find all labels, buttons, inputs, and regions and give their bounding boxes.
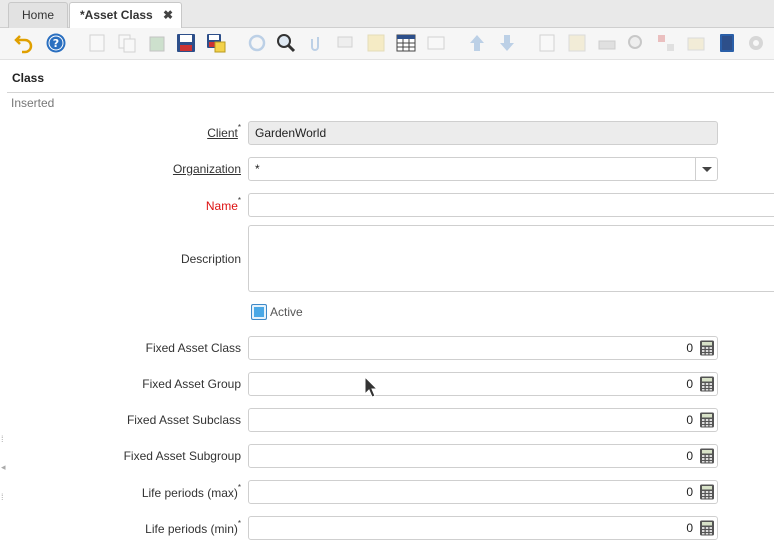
life-periods-max-label-text: Life periods (max) [141, 486, 238, 500]
export-icon[interactable] [716, 32, 738, 54]
mouse-cursor-icon [364, 376, 378, 398]
chat-icon[interactable] [335, 32, 357, 54]
header-divider [7, 92, 774, 93]
tab-bar: Home *Asset Class ✖ [0, 0, 774, 29]
life-periods-max-label: Life periods (max)* [141, 483, 241, 500]
undo-icon[interactable] [13, 32, 35, 54]
archive-icon[interactable] [566, 32, 588, 54]
tab-asset-class-label: *Asset Class [80, 8, 153, 22]
client-label-text: Client [207, 126, 238, 140]
help-icon[interactable]: ? [45, 32, 67, 54]
svg-text:?: ? [53, 37, 59, 50]
collapse-left-icon[interactable]: ◂ [1, 462, 6, 472]
description-label: Description [181, 252, 241, 266]
active-label: Active [270, 305, 303, 319]
fixed-asset-class-field[interactable]: 0 [248, 336, 718, 360]
splitter-handle[interactable]: ⁞ [1, 492, 4, 502]
fixed-asset-subclass-field[interactable]: 0 [248, 408, 718, 432]
organization-select[interactable]: * [248, 157, 718, 181]
organization-label[interactable]: Organization [173, 162, 241, 176]
chevron-down-icon[interactable] [695, 158, 717, 180]
description-label-text: Description [180, 252, 241, 266]
report-icon[interactable] [536, 32, 558, 54]
client-field[interactable]: GardenWorld [248, 121, 718, 145]
life-periods-max-field[interactable]: 0 [248, 480, 718, 504]
app-root: Home *Asset Class ✖ ? Class Inserted Cli… [0, 0, 774, 548]
life-periods-min-label: Life periods (min)* [145, 519, 241, 536]
save-icon[interactable] [175, 32, 197, 54]
description-textarea[interactable] [248, 225, 774, 292]
delete-icon[interactable] [146, 32, 168, 54]
fixed-asset-group-label: Fixed Asset Group [142, 377, 241, 391]
fixed-asset-subgroup-label: Fixed Asset Subgroup [123, 449, 241, 463]
tab-home[interactable]: Home [8, 2, 68, 28]
life-periods-min-required-mark: * [237, 519, 241, 528]
window-title: Class [12, 71, 45, 85]
life-periods-max-value: 0 [686, 485, 693, 499]
down-icon[interactable] [496, 32, 518, 54]
note-icon[interactable] [365, 32, 387, 54]
product-icon[interactable] [685, 32, 707, 54]
attachment-icon[interactable] [305, 32, 327, 54]
organization-value: * [255, 162, 260, 176]
toolbar: ? [0, 28, 774, 60]
life-periods-min-label-text: Life periods (min) [145, 522, 238, 536]
fixed-asset-class-label: Fixed Asset Class [145, 341, 241, 355]
zoom-across-icon[interactable] [625, 32, 647, 54]
life-periods-min-value: 0 [686, 521, 693, 535]
active-checkbox[interactable] [251, 304, 267, 320]
fixed-asset-subclass-value: 0 [686, 413, 693, 427]
workflow-icon[interactable] [655, 32, 677, 54]
calculator-icon[interactable] [699, 520, 715, 536]
refresh-icon[interactable] [246, 32, 268, 54]
fixed-asset-subclass-label: Fixed Asset Subclass [126, 413, 241, 427]
calculator-icon[interactable] [699, 484, 715, 500]
name-input[interactable] [248, 193, 774, 217]
print-icon[interactable] [596, 32, 618, 54]
save-new-icon[interactable] [205, 32, 227, 54]
new-icon[interactable] [86, 32, 108, 54]
calculator-icon[interactable] [699, 412, 715, 428]
fixed-asset-subgroup-value: 0 [686, 449, 693, 463]
fixed-asset-group-value: 0 [686, 377, 693, 391]
find-icon[interactable] [275, 32, 297, 54]
close-tab-icon[interactable]: ✖ [163, 3, 173, 27]
client-label[interactable]: Client* [207, 123, 241, 140]
life-periods-min-field[interactable]: 0 [248, 516, 718, 540]
fixed-asset-group-field[interactable]: 0 [248, 372, 718, 396]
tab-asset-class[interactable]: *Asset Class ✖ [69, 2, 182, 29]
calculator-icon[interactable] [699, 448, 715, 464]
splitter-handle[interactable]: ⁞ [1, 434, 4, 444]
detail-icon[interactable] [425, 32, 447, 54]
fixed-asset-subgroup-field[interactable]: 0 [248, 444, 718, 468]
copy-icon[interactable] [116, 32, 138, 54]
up-icon[interactable] [466, 32, 488, 54]
name-required-mark: * [237, 196, 241, 205]
fixed-asset-class-value: 0 [686, 341, 693, 355]
name-label: Name* [205, 196, 241, 213]
name-label-text: Name [205, 199, 238, 213]
organization-label-text: Organization [172, 162, 241, 176]
grid-toggle-icon[interactable] [395, 32, 417, 54]
life-periods-max-required-mark: * [237, 483, 241, 492]
status-text: Inserted [11, 96, 55, 110]
settings-icon[interactable] [745, 32, 767, 54]
client-required-mark: * [237, 123, 241, 132]
calculator-icon[interactable] [699, 340, 715, 356]
calculator-icon[interactable] [699, 376, 715, 392]
